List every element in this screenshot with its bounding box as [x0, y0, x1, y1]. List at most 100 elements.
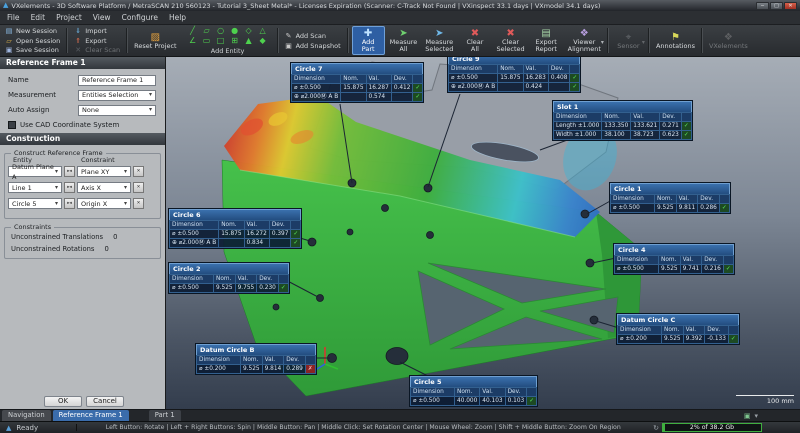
measure-all-button[interactable]: ➤Measure All — [387, 26, 421, 55]
auto-assign-select[interactable]: None▾ — [78, 105, 156, 116]
viewer-alignment-button[interactable]: ❖Viewer Alignment▾ — [565, 26, 604, 55]
circle-entity-icon[interactable]: ○ — [214, 26, 228, 36]
window-title: VXelements - 3D Software Platform / Metr… — [11, 2, 756, 10]
entity-select-2[interactable]: Line 1▾ — [8, 182, 62, 193]
annotation-circle-4[interactable]: Circle 4DimensionNom.Val.Dev.⌀ ±0.5009.5… — [614, 244, 734, 274]
name-input[interactable] — [78, 75, 156, 86]
use-cad-checkbox[interactable] — [8, 121, 16, 129]
tab-part-1[interactable]: Part 1 — [149, 410, 181, 421]
clear-scan-button[interactable]: ✕Clear Scan — [71, 45, 123, 55]
measurement-select[interactable]: Entities Selection▾ — [78, 90, 156, 101]
entity-select-3[interactable]: Circle 5▾ — [8, 198, 62, 209]
snapshot-icon[interactable]: ▣ — [744, 412, 751, 420]
clear-all-button[interactable]: ✖Clear All — [458, 26, 491, 55]
vector-entity-icon[interactable]: ∠ — [186, 36, 200, 46]
annotation-circle-6[interactable]: Circle 6DimensionNom.Val.Dev.⌀ ±0.50015.… — [169, 209, 301, 248]
maximize-button[interactable]: □ — [770, 2, 783, 10]
annotation-title: Circle 5 — [410, 376, 537, 387]
annotation-datum-circle-c[interactable]: Datum Circle CDimensionNom.Val.Dev.⌀ ±0.… — [617, 314, 739, 344]
annotation-circle-9[interactable]: Circle 9DimensionNom.Val.Dev.⌀ ±0.50015.… — [448, 57, 580, 92]
dropdown-arrow-icon[interactable]: ▾ — [601, 39, 604, 46]
line-entity-icon[interactable]: ╱ — [186, 26, 200, 36]
annotation-circle-7[interactable]: Circle 7DimensionNom.Val.Dev.⌀ ±0.50015.… — [291, 63, 423, 102]
chevron-down-icon: ▾ — [124, 183, 127, 193]
remove-row-button[interactable]: ✕ — [133, 182, 144, 193]
viewport-3d[interactable]: Circle 7DimensionNom.Val.Dev.⌀ ±0.50015.… — [166, 57, 800, 409]
refresh-icon[interactable]: ↻ — [653, 424, 659, 432]
cylinder-entity-icon[interactable]: ▲ — [242, 36, 256, 46]
add-entity-palette: ╱▱○●◇△∠▭□⊞▲◆Add Entity — [182, 26, 274, 55]
annotation-title: Circle 1 — [610, 183, 730, 194]
measurement-row: ⌀ ±0.5009.5259.7550.230✓ — [170, 284, 289, 293]
annotation-circle-2[interactable]: Circle 2DimensionNom.Val.Dev.⌀ ±0.5009.5… — [169, 263, 289, 293]
annotation-title: Circle 2 — [169, 263, 289, 274]
export-button[interactable]: ⇑Export — [71, 36, 123, 46]
add-part-button[interactable]: ✚Add Part — [352, 26, 385, 55]
expand-icon[interactable]: ▾ — [754, 412, 758, 420]
constraint-select-3[interactable]: Origin X▾ — [77, 198, 131, 209]
auto-assign-label: Auto Assign — [8, 106, 78, 114]
add-snapshot-button[interactable]: ▣Add Snapshot — [282, 41, 344, 51]
measure-selected-button[interactable]: ➤Measure Selected — [422, 26, 456, 55]
grid-entity-icon[interactable]: ⊞ — [228, 36, 242, 46]
annotation-title: Circle 4 — [614, 244, 734, 255]
constraint-select-2[interactable]: Axis X▾ — [77, 182, 131, 193]
swap-button[interactable]: ▸◂ — [64, 166, 75, 177]
reset-project-button[interactable]: ▨Reset Project — [131, 26, 179, 55]
annotation-circle-5[interactable]: Circle 5DimensionNom.Val.Dev.⌀ ±0.50040.… — [410, 376, 537, 406]
menu-item-project[interactable]: Project — [56, 13, 82, 22]
annotation-title: Datum Circle B — [196, 344, 316, 355]
vxelements-button[interactable]: ❖VXelements — [706, 26, 751, 55]
tab-navigation[interactable]: Navigation — [2, 410, 51, 421]
annotation-circle-1[interactable]: Circle 1DimensionNom.Val.Dev.⌀ ±0.5009.5… — [610, 183, 730, 213]
ellipse-entity-icon[interactable]: ◇ — [242, 26, 256, 36]
remove-row-button[interactable]: ✕ — [133, 198, 144, 209]
export-report-button[interactable]: ▤Export Report — [530, 26, 563, 55]
annotation-slot-1[interactable]: Slot 1DimensionNom.Val.Dev.Length ±1.000… — [553, 101, 692, 140]
entity-select-1[interactable]: Datum Plane A▾ — [8, 166, 62, 177]
pass-check-icon: ✓ — [723, 265, 733, 274]
plane-entity-icon[interactable]: ▱ — [200, 26, 214, 36]
measurement-value: Entities Selection — [82, 90, 138, 100]
status-ready-text: Ready — [16, 424, 76, 432]
save-session-button[interactable]: ▣Save Session — [2, 45, 63, 55]
point-entity-icon[interactable]: ● — [228, 26, 242, 36]
minimize-button[interactable]: ─ — [756, 2, 769, 10]
constraint-value: Plane XY — [81, 167, 109, 177]
remove-row-button[interactable]: ✕ — [133, 166, 144, 177]
open-session-button[interactable]: ▱Open Session — [2, 36, 63, 46]
constraint-select-1[interactable]: Plane XY▾ — [77, 166, 131, 177]
add-scan-button[interactable]: ✎Add Scan — [282, 31, 344, 41]
swap-button[interactable]: ▸◂ — [64, 198, 75, 209]
menu-item-help[interactable]: Help — [169, 13, 186, 22]
cancel-button[interactable]: Cancel — [86, 396, 124, 407]
close-button[interactable]: ✕ — [784, 2, 797, 10]
ok-button[interactable]: OK — [44, 396, 82, 407]
import-button[interactable]: ⇓Import — [71, 26, 123, 36]
swap-button[interactable]: ▸◂ — [64, 182, 75, 193]
annotations-button[interactable]: ⚑Annotations — [653, 26, 698, 55]
tab-reference-frame-1[interactable]: Reference Frame 1 — [53, 410, 129, 421]
clear-selected-button[interactable]: ✖Clear Selected — [493, 26, 527, 55]
toolbar-group: ▤New Session▱Open Session▣Save Session — [2, 26, 63, 55]
annotation-header-row: DimensionNom.Val.Dev. — [411, 388, 537, 397]
slot-entity-icon[interactable]: ▭ — [200, 36, 214, 46]
new-session-button[interactable]: ▤New Session — [2, 26, 63, 36]
menu-item-configure[interactable]: Configure — [122, 13, 158, 22]
dropdown-arrow-icon[interactable]: ▾ — [642, 39, 645, 46]
status-logo-icon: ▲ — [6, 424, 11, 432]
menu-item-view[interactable]: View — [93, 13, 111, 22]
cone-entity-icon[interactable]: △ — [256, 26, 270, 36]
menu-item-file[interactable]: File — [7, 13, 20, 22]
constraint-column-label: Constraint — [81, 156, 115, 164]
toolbar-separator — [277, 28, 279, 53]
menu-item-edit[interactable]: Edit — [31, 13, 46, 22]
annotation-header-row: DimensionNom.Val.Dev. — [197, 356, 316, 365]
annotation-datum-circle-b[interactable]: Datum Circle BDimensionNom.Val.Dev.⌀ ±0.… — [196, 344, 316, 374]
pass-check-icon: ✓ — [570, 74, 580, 83]
sphere-entity-icon[interactable]: ◆ — [256, 36, 270, 46]
construct-row-2: Line 1▾▸◂Axis X▾✕ — [8, 182, 144, 193]
sensor-button[interactable]: ⌖Sensor▾ — [612, 26, 645, 55]
rectangle-entity-icon[interactable]: □ — [214, 36, 228, 46]
mouse-hints-text: Left Button: Rotate | Left + Right Butto… — [76, 424, 645, 431]
